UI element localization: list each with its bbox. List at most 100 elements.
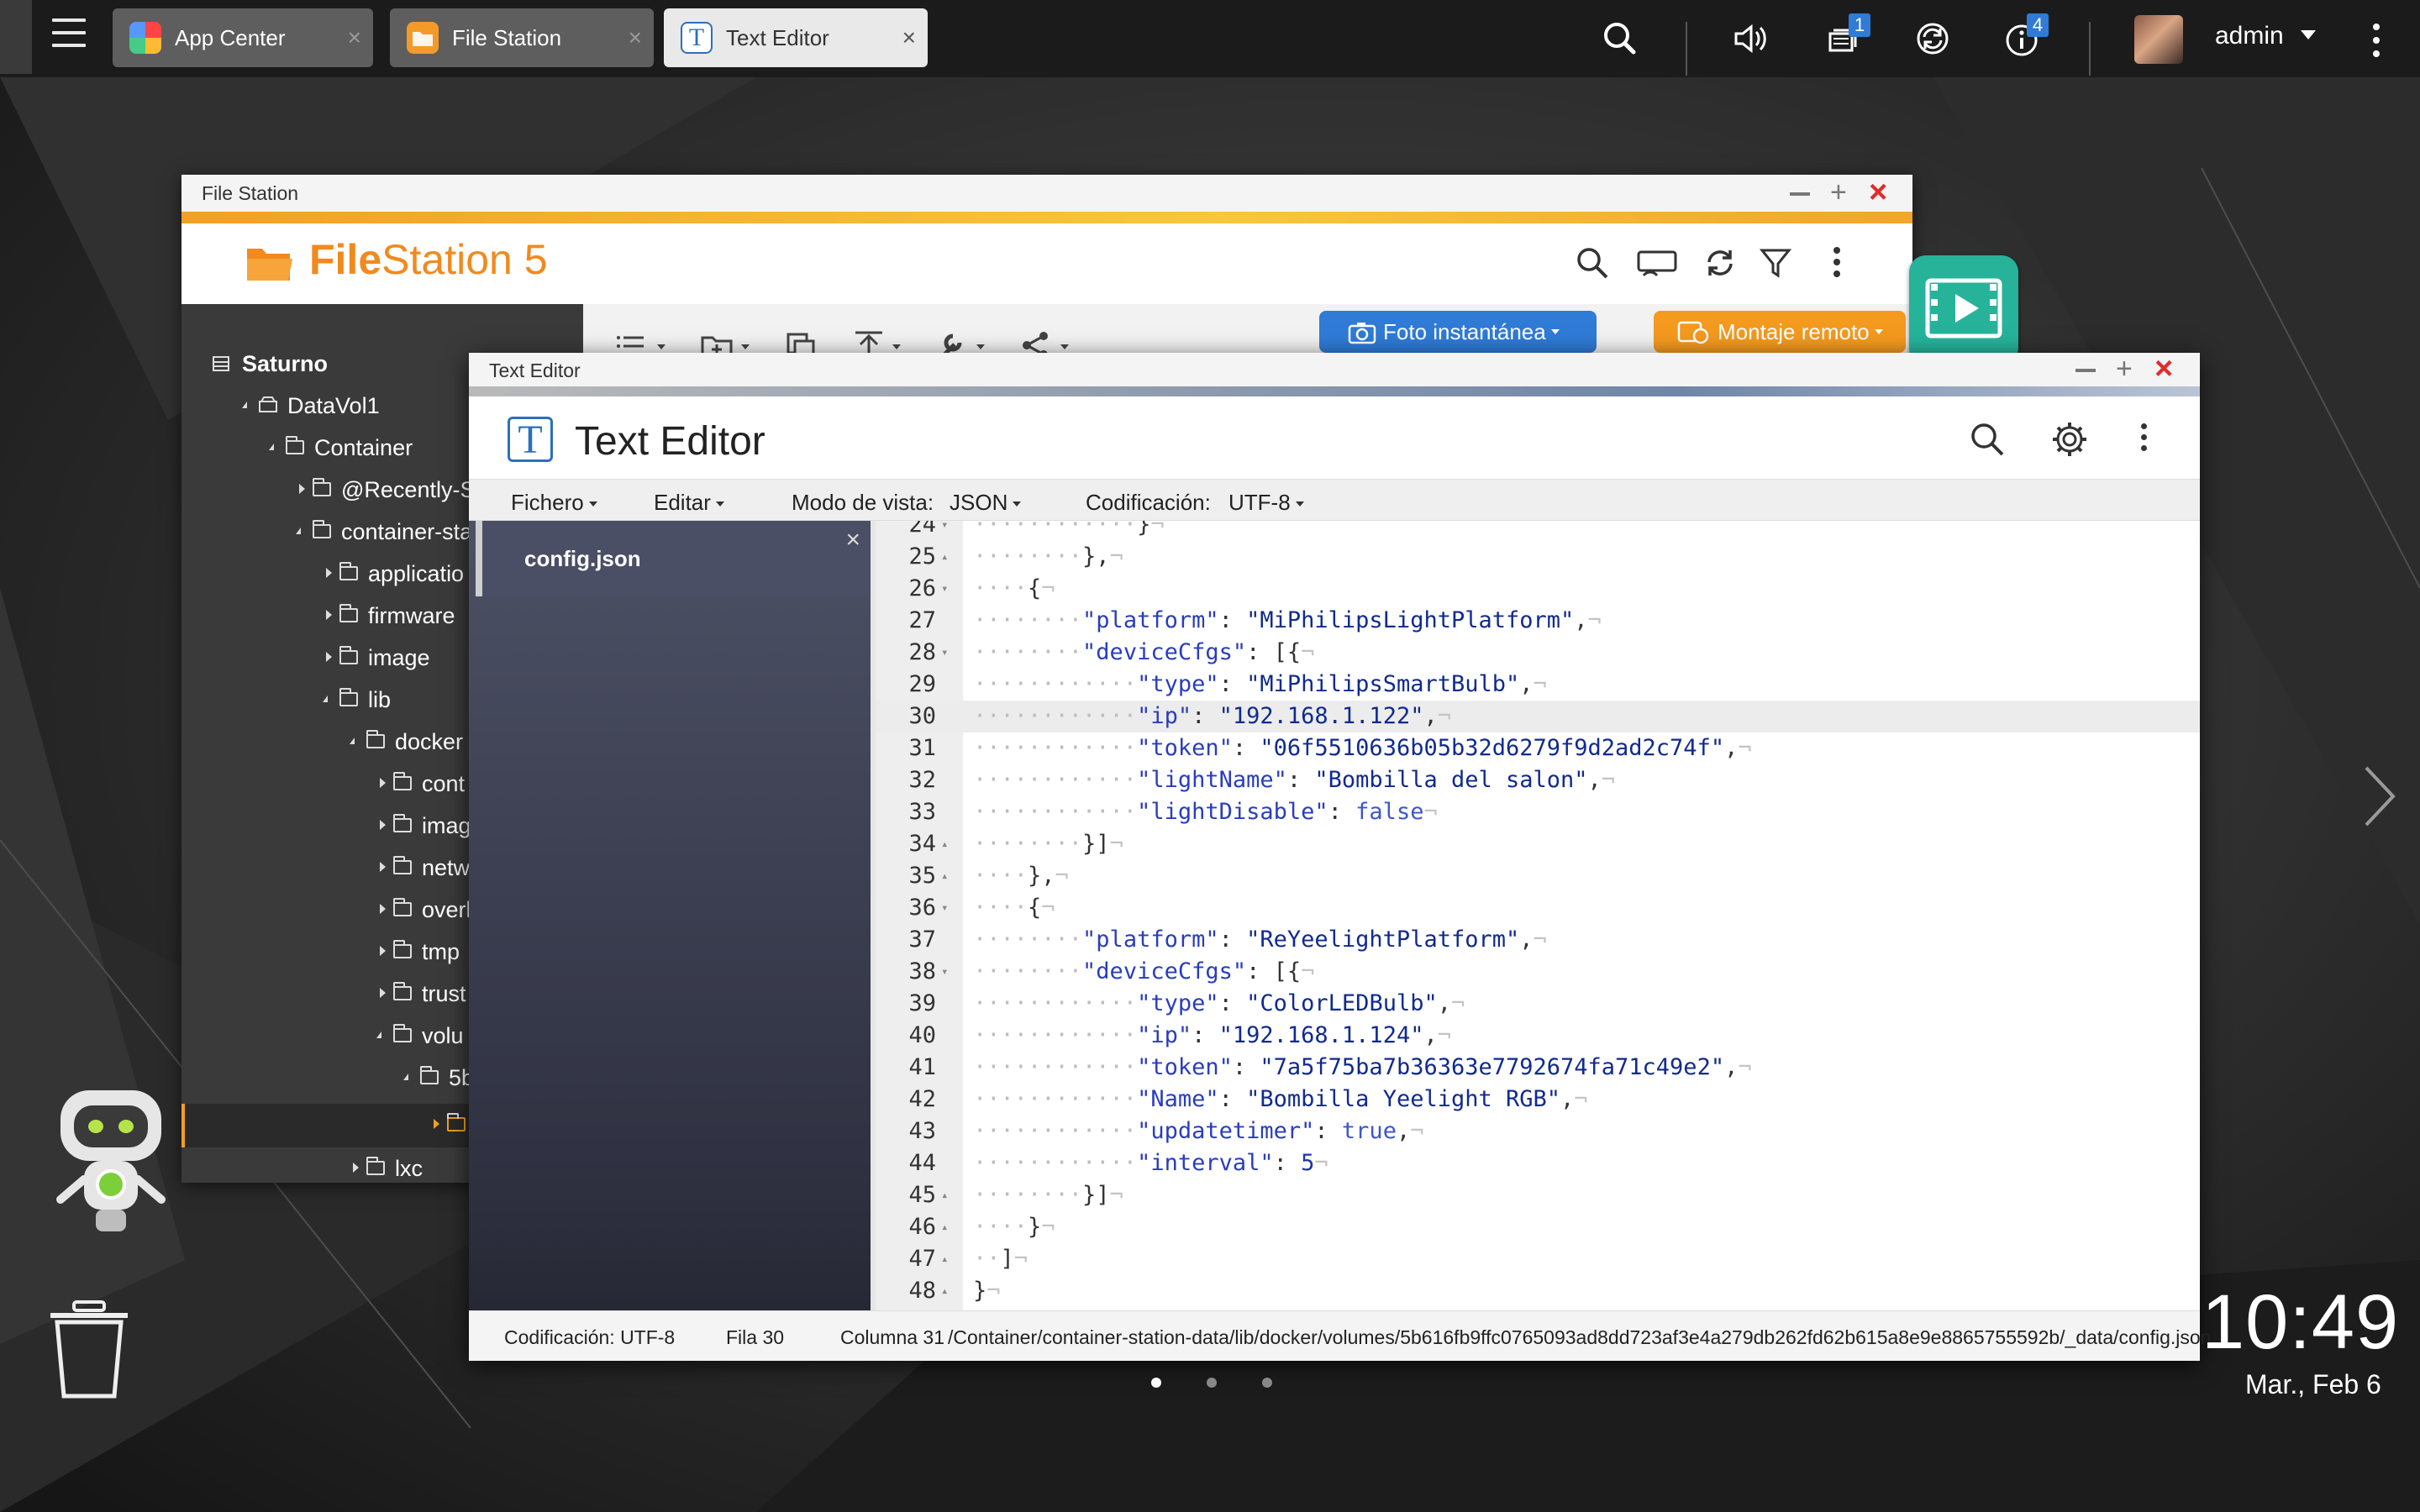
menu-edit[interactable]: Editar	[654, 490, 724, 516]
tree-item-datavol1[interactable]: DataVol1	[287, 393, 380, 419]
code-line[interactable]: 36 ▾ ····{¬	[876, 892, 2200, 924]
encoding-select[interactable]: UTF-8	[1228, 490, 1304, 516]
tab-app-center[interactable]: App Center ×	[113, 8, 373, 67]
collapse-icon[interactable]	[323, 696, 328, 702]
window-titlebar[interactable]: Text Editor + ×	[469, 353, 2200, 386]
code-line[interactable]: 47 ▴ ··]¬	[876, 1243, 2200, 1275]
fold-close-icon[interactable]: ▴	[941, 860, 948, 892]
expand-icon[interactable]	[380, 820, 386, 830]
code-line[interactable]: 26 ▾ ····{¬	[876, 573, 2200, 605]
code-line[interactable]: 45 ▴ ········}]¬	[876, 1179, 2200, 1211]
page-dot[interactable]	[1207, 1378, 1217, 1388]
code-line[interactable]: 44 ············"interval": 5¬	[876, 1147, 2200, 1179]
fold-open-icon[interactable]: ▾	[941, 956, 948, 988]
fold-close-icon[interactable]: ▴	[941, 1211, 948, 1243]
minimize-icon[interactable]	[2075, 369, 2096, 372]
fold-open-icon[interactable]: ▾	[941, 892, 948, 924]
fold-close-icon[interactable]: ▴	[941, 1179, 948, 1211]
code-editor[interactable]: 24 ▾ ············}¬ 25 ▴ ········},¬ 26 ▾ ····{¬…	[871, 521, 2200, 1310]
tree-item-docker[interactable]: docker	[395, 729, 463, 755]
more-icon[interactable]	[2141, 423, 2149, 451]
code-line[interactable]: 24 ▾ ············}¬	[876, 521, 2200, 541]
fold-open-icon[interactable]: ▾	[941, 637, 948, 669]
expand-icon[interactable]	[299, 484, 305, 494]
tree-item-tmp[interactable]: tmp	[422, 939, 460, 965]
more-icon[interactable]	[2370, 24, 2383, 64]
tree-item-saturno[interactable]: Saturno	[242, 351, 328, 377]
code-line[interactable]: 30 ············"ip": "192.168.1.122",¬	[876, 701, 2200, 732]
fold-close-icon[interactable]: ▴	[941, 1275, 948, 1307]
expand-icon[interactable]	[326, 568, 332, 578]
volume-icon[interactable]	[1728, 15, 1775, 62]
code-line[interactable]: 25 ▴ ········},¬	[876, 541, 2200, 573]
refresh-icon[interactable]	[1702, 245, 1738, 281]
tree-item-overlay[interactable]: overl	[422, 897, 471, 923]
tree-item-trust[interactable]: trust	[422, 981, 466, 1007]
maximize-icon[interactable]: +	[1830, 178, 1847, 207]
expand-icon[interactable]	[326, 652, 332, 662]
tree-item-network[interactable]: netw	[422, 855, 470, 881]
tree-item-firmware[interactable]: firmware	[368, 603, 455, 629]
close-icon[interactable]: ×	[348, 25, 361, 50]
close-icon[interactable]: ×	[629, 25, 642, 50]
collapse-icon[interactable]	[269, 444, 274, 450]
tree-item-image[interactable]: image	[368, 645, 430, 671]
page-dot[interactable]	[1262, 1378, 1272, 1388]
collapse-icon[interactable]	[242, 402, 247, 408]
code-line[interactable]: 33 ············"lightDisable": false¬	[876, 796, 2200, 828]
remote-mount-button[interactable]: Montaje remoto	[1654, 311, 1906, 353]
avatar[interactable]	[2134, 15, 2183, 64]
tree-item-application[interactable]: applicatio	[368, 561, 464, 587]
tab-file-station[interactable]: File Station ×	[390, 8, 654, 67]
code-line[interactable]: 43 ············"updatetimer": true,¬	[876, 1116, 2200, 1147]
video-station-app-icon[interactable]	[1909, 255, 2018, 365]
code-line[interactable]: 34 ▴ ········}]¬	[876, 828, 2200, 860]
file-tab-config-json[interactable]: config.json ×	[476, 521, 871, 596]
user-menu-label[interactable]: admin	[2215, 22, 2284, 50]
expand-icon[interactable]	[380, 946, 386, 956]
code-line[interactable]: 35 ▴ ····},¬	[876, 860, 2200, 892]
code-line[interactable]: 37 ········"platform": "ReYeelightPlatfor…	[876, 924, 2200, 956]
search-icon[interactable]	[1966, 418, 2008, 460]
chevron-right-icon[interactable]	[2360, 763, 2402, 830]
code-line[interactable]: 48 ▴}¬	[876, 1275, 2200, 1307]
expand-icon[interactable]	[434, 1119, 439, 1129]
tree-item-container[interactable]: Container	[314, 435, 413, 461]
menu-file[interactable]: Fichero	[511, 490, 597, 516]
expand-icon[interactable]	[353, 1163, 359, 1173]
info-icon[interactable]: 4	[1998, 13, 2049, 62]
close-icon[interactable]: ×	[845, 526, 860, 554]
code-line[interactable]: 46 ▴ ····}¬	[876, 1211, 2200, 1243]
recycle-bin-icon[interactable]	[45, 1297, 133, 1403]
code-line[interactable]: 39 ············"type": "ColorLEDBulb",¬	[876, 988, 2200, 1020]
code-line[interactable]: 40 ············"ip": "192.168.1.124",¬	[876, 1020, 2200, 1052]
tab-text-editor[interactable]: T Text Editor ×	[664, 8, 928, 67]
tree-item-volumes[interactable]: volu	[422, 1023, 464, 1049]
code-line[interactable]: 42 ············"Name": "Bombilla Yeelight…	[876, 1084, 2200, 1116]
tree-item-lib[interactable]: lib	[368, 687, 391, 713]
more-icon[interactable]	[1833, 247, 1842, 277]
expand-icon[interactable]	[380, 778, 386, 788]
sync-icon[interactable]	[1909, 15, 1956, 62]
minimize-icon[interactable]	[1790, 192, 1810, 196]
notifications-icon[interactable]: 1	[1820, 13, 1870, 62]
fold-close-icon[interactable]: ▴	[941, 541, 948, 573]
tree-item-containers[interactable]: cont	[422, 771, 465, 797]
code-line[interactable]: 38 ▾ ········"deviceCfgs": [{¬	[876, 956, 2200, 988]
filter-icon[interactable]	[1758, 245, 1793, 281]
close-icon[interactable]: ×	[1869, 176, 1887, 208]
expand-icon[interactable]	[380, 862, 386, 872]
view-mode-select[interactable]: JSON	[950, 490, 1022, 516]
collapse-icon[interactable]	[296, 528, 301, 534]
code-line[interactable]: 41 ············"token": "7a5f75ba7b36363e…	[876, 1052, 2200, 1084]
main-menu-icon[interactable]	[52, 18, 86, 49]
chevron-down-icon[interactable]	[2301, 30, 2316, 39]
media-cast-icon[interactable]	[1635, 247, 1681, 281]
maximize-icon[interactable]: +	[2116, 354, 2133, 383]
expand-icon[interactable]	[380, 904, 386, 914]
fold-close-icon[interactable]: ▴	[941, 828, 948, 860]
collapse-icon[interactable]	[376, 1032, 381, 1038]
window-titlebar[interactable]: File Station + ×	[182, 175, 1912, 212]
search-icon[interactable]	[1573, 244, 1612, 282]
code-line[interactable]: 32 ············"lightName": "Bombilla del…	[876, 764, 2200, 796]
